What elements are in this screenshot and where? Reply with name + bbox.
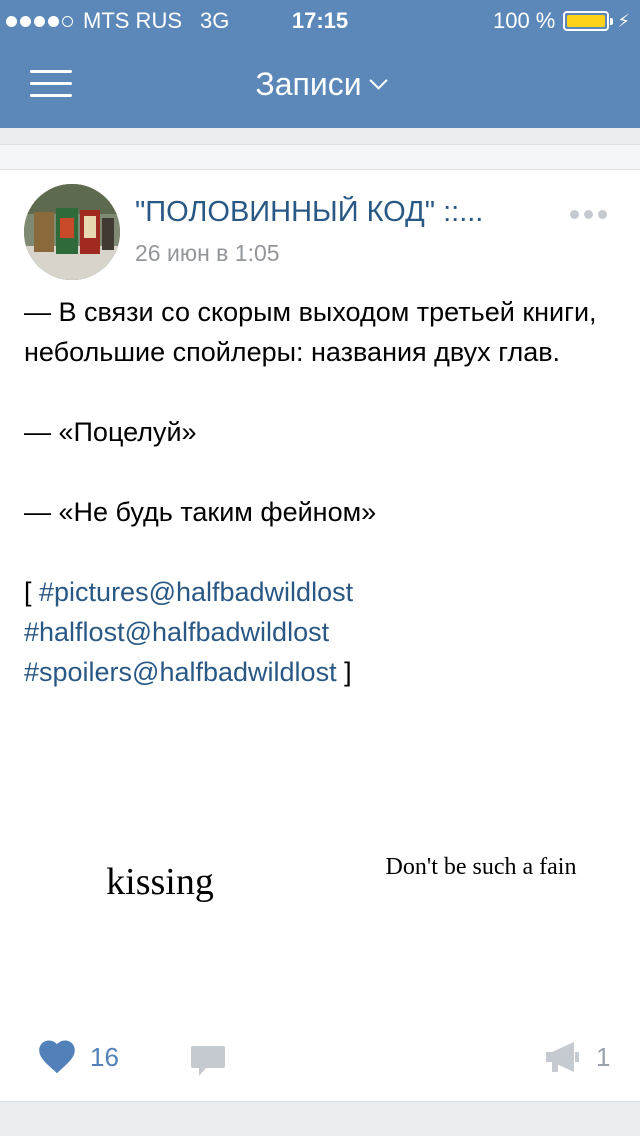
post-actions: 16 1 [0,1030,640,1090]
post-line: — «Не будь таким фейном» [24,497,377,527]
image-caption: Don't be such a fain [385,854,577,880]
share-button[interactable]: 1 [544,1040,610,1074]
like-count: 16 [90,1041,119,1072]
status-right: 100 % ⚡ [493,8,630,34]
post-tags: [ #pictures@halfbadwildlost #halflost@hal… [24,572,624,692]
like-button[interactable]: 16 [38,1040,119,1074]
heart-icon [39,1040,75,1074]
post-author-link[interactable]: "ПОЛОВИННЫЙ КОД" ::... [135,196,555,229]
hashtag-link[interactable]: #spoilers@halfbadwildlost [24,657,337,687]
tags-close-bracket: ] [336,657,352,687]
feed-separator-bottom [0,1103,640,1136]
post-body: — В связи со скорым выходом третьей книг… [24,292,624,692]
nav-bar: Записи [0,40,640,128]
post-image[interactable]: Don't be such a fain [322,770,640,1000]
post-card: "ПОЛОВИННЫЙ КОД" ::... 26 июн в 1:05 — В… [0,170,640,1102]
post-date: 26 июн в 1:05 [135,240,280,266]
charging-icon: ⚡ [617,10,630,31]
nav-title-dropdown[interactable]: Записи [0,66,640,103]
more-options-icon[interactable] [570,210,607,219]
tags-open-bracket: [ [24,577,40,607]
header-bar: MTS RUS 3G 17:15 100 % ⚡ Записи [0,0,640,128]
comment-icon [191,1046,225,1076]
chevron-down-icon [368,71,388,90]
share-count: 1 [596,1041,611,1072]
post-image[interactable]: kissing [0,770,320,1000]
comment-button[interactable] [190,1044,226,1083]
page-title: Записи [255,66,362,102]
hashtag-link[interactable]: #halflost@halfbadwildlost [24,617,329,647]
megaphone-icon [546,1042,579,1072]
battery-icon [563,11,614,31]
battery-percent: 100 % [492,8,556,33]
group-avatar[interactable] [24,184,120,280]
post-line: — «Поцелуй» [24,417,197,447]
image-caption: kissing [106,861,214,903]
post-line: — В связи со скорым выходом третьей книг… [24,297,597,367]
feed-separator [0,144,640,170]
status-bar: MTS RUS 3G 17:15 100 % ⚡ [0,0,640,40]
hashtag-link[interactable]: #pictures@halfbadwildlost [39,577,353,607]
